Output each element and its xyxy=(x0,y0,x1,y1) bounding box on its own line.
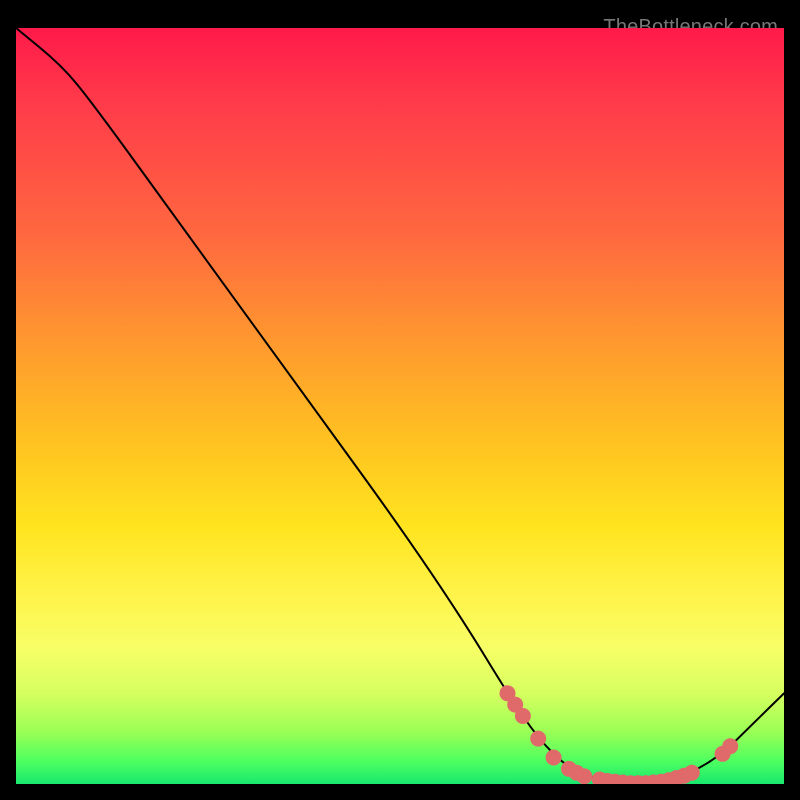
data-marker xyxy=(530,731,546,747)
data-marker xyxy=(722,738,738,754)
data-marker xyxy=(546,750,562,766)
chart-svg xyxy=(16,28,784,784)
chart-frame: TheBottleneck.com xyxy=(16,16,784,784)
chart-plot-area xyxy=(16,28,784,784)
bottleneck-curve xyxy=(16,28,784,783)
data-marker xyxy=(684,765,700,781)
data-marker xyxy=(515,708,531,724)
data-marker xyxy=(576,768,592,784)
data-markers xyxy=(500,685,739,784)
